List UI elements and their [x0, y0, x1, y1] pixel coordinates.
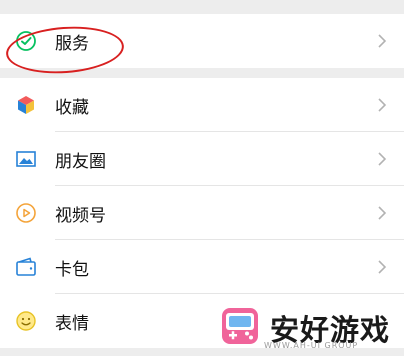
top-gap [0, 0, 404, 14]
chevron-right-icon [377, 33, 387, 49]
gamepad-logo-icon [218, 304, 262, 352]
favorites-cube-icon [14, 93, 38, 117]
site-watermark: 安好游戏 WWW.AH-UI GROUP [218, 304, 390, 352]
watermark-subtitle: WWW.AH-UI GROUP [264, 341, 359, 350]
menu-item-label: 表情 [55, 313, 89, 334]
channels-play-icon [14, 201, 38, 225]
moments-image-icon [14, 147, 38, 171]
menu-item-channels[interactable]: 视频号 [0, 186, 404, 240]
menu-item-favorites[interactable]: 收藏 [0, 78, 404, 132]
chevron-right-icon [377, 151, 387, 167]
sticker-smile-icon [14, 309, 38, 333]
chevron-right-icon [377, 259, 387, 275]
menu-item-label: 收藏 [55, 97, 89, 118]
chevron-right-icon [377, 97, 387, 113]
chevron-right-icon [377, 205, 387, 221]
menu-item-card-wallet[interactable]: 卡包 [0, 240, 404, 294]
card-wallet-icon [14, 255, 38, 279]
menu-item-label: 视频号 [55, 205, 106, 226]
menu-item-label: 卡包 [55, 259, 89, 280]
menu-item-moments[interactable]: 朋友圈 [0, 132, 404, 186]
menu-item-label: 朋友圈 [55, 151, 106, 172]
